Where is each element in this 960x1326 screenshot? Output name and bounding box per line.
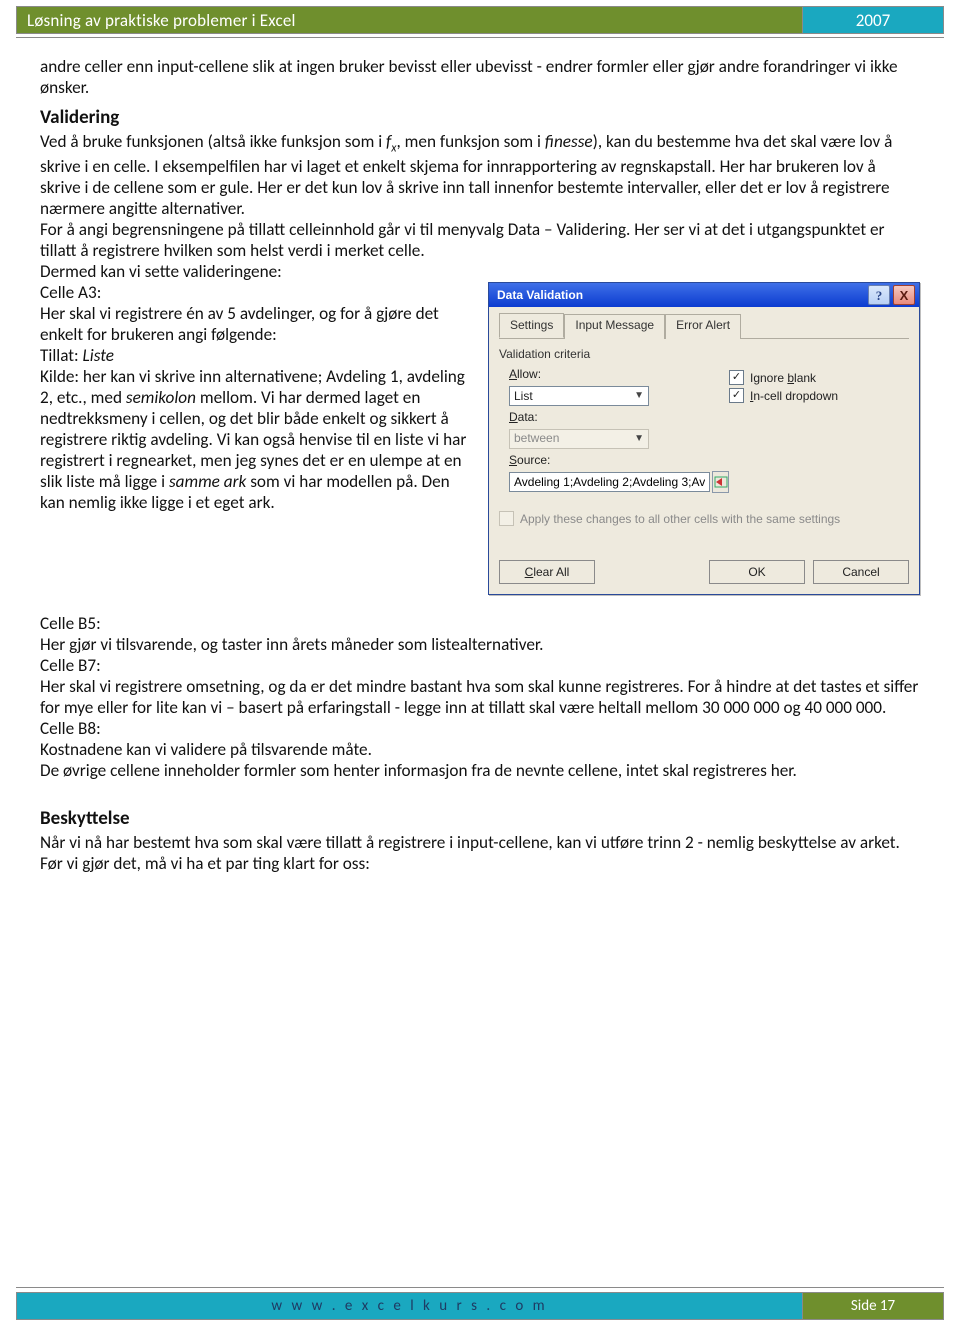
validering-p1: Ved å bruke funksjonen (altså ikke funks… (40, 131, 920, 219)
ok-button[interactable]: OK (709, 560, 805, 584)
intro-paragraph: andre celler enn input-cellene slik at i… (40, 56, 920, 98)
dialog-title: Data Validation (497, 288, 583, 303)
clear-all-button[interactable]: Clear All (499, 560, 595, 584)
allow-label: Allow: (509, 367, 729, 382)
chevron-down-icon: ▼ (634, 390, 644, 402)
b7-label: Celle B7: (40, 655, 920, 676)
data-label: Data: (509, 410, 729, 425)
range-picker-icon (714, 476, 728, 488)
b5-body: Her gjør vi tilsvarende, og taster inn å… (40, 634, 920, 655)
heading-beskyttelse: Beskyttelse (40, 807, 920, 830)
criteria-label: Validation criteria (499, 347, 909, 362)
document-body: andre celler enn input-cellene slik at i… (40, 56, 920, 874)
tab-error-alert[interactable]: Error Alert (665, 314, 741, 339)
tab-settings[interactable]: Settings (499, 313, 564, 338)
footer-url: w w w . e x c e l k u r s . c o m (17, 1293, 802, 1319)
b7-body: Her skal vi registrere omsetning, og da … (40, 676, 920, 718)
chevron-down-icon: ▼ (634, 433, 644, 445)
source-label: Source: (509, 453, 729, 468)
tab-input-message[interactable]: Input Message (564, 314, 665, 339)
footer-page: Side 17 (802, 1293, 943, 1319)
page-header: Løsning av praktiske problemer i Excel 2… (16, 6, 944, 38)
a3-label: Celle A3: (40, 282, 470, 303)
header-title: Løsning av praktiske problemer i Excel (17, 7, 802, 33)
apply-same-settings-checkbox: Apply these changes to all other cells w… (499, 511, 909, 526)
ignore-blank-checkbox[interactable]: ✓ Ignore blank (729, 370, 909, 385)
validering-p3: Dermed kan vi sette valideringene: (40, 261, 920, 282)
b8-body: Kostnadene kan vi validere på tilsvarend… (40, 739, 920, 760)
data-validation-dialog: Data Validation ? X Settings Input Messa… (488, 282, 920, 595)
heading-validering: Validering (40, 106, 920, 129)
b8-label: Celle B8: (40, 718, 920, 739)
data-select: between ▼ (509, 429, 649, 449)
a3-body: Her skal vi registrere én av 5 avdelinge… (40, 303, 470, 345)
b5-label: Celle B5: (40, 613, 920, 634)
dialog-titlebar[interactable]: Data Validation ? X (489, 283, 919, 307)
source-input[interactable] (509, 472, 710, 492)
range-picker-button[interactable] (712, 471, 729, 493)
incell-dropdown-checkbox[interactable]: ✓ In-cell dropdown (729, 388, 909, 403)
validering-p2: For å angi begrensningene på tillatt cel… (40, 219, 920, 261)
help-button[interactable]: ? (868, 285, 890, 305)
allow-select[interactable]: List ▼ (509, 386, 649, 406)
cancel-button[interactable]: Cancel (813, 560, 909, 584)
beskyttelse-body: Når vi nå har bestemt hva som skal være … (40, 832, 920, 874)
close-button[interactable]: X (893, 285, 915, 305)
tillat-line: Tillat: Liste (40, 345, 470, 366)
header-year: 2007 (802, 7, 943, 33)
rest-body: De øvrige cellene inneholder formler som… (40, 760, 920, 781)
kilde-body: Kilde: her kan vi skrive inn alternative… (40, 366, 470, 513)
page-footer: w w w . e x c e l k u r s . c o m Side 1… (16, 1287, 944, 1320)
